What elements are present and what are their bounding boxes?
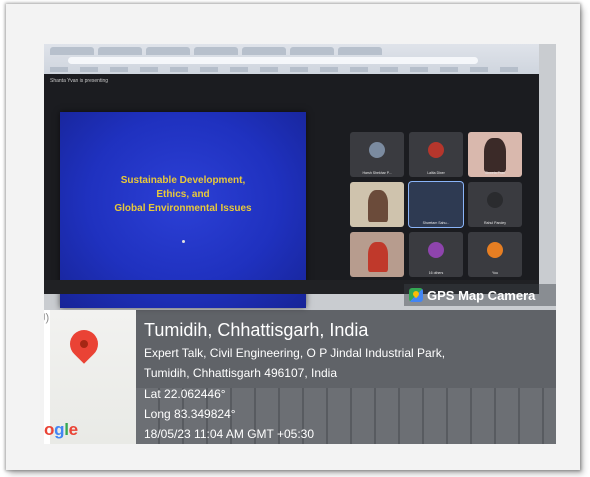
slide-title: Sustainable Development, Ethics, and Glo… <box>60 174 306 216</box>
browser-tab <box>146 47 190 55</box>
photo-frame: Shanta Yvan is presenting Sustainable De… <box>6 4 580 470</box>
avatar <box>428 142 444 158</box>
participant-name: Lalita Dixer <box>427 171 445 175</box>
participant-name: Rahul Pandey <box>484 221 506 225</box>
slide-title-line: Global Environmental Issues <box>114 203 252 214</box>
participant-tile: Shwetam Sahu... <box>409 182 463 227</box>
participant-tile: Harsh Shekhar P... <box>350 132 404 177</box>
participant-tile: Rahul Pandey <box>468 182 522 227</box>
gps-map-camera-logo-icon <box>409 288 423 302</box>
participant-grid: Harsh Shekhar P... Lalita Dixer Shweta P… <box>350 132 530 282</box>
bookmarks-bar <box>50 67 530 72</box>
map-logo: ogle <box>44 420 78 439</box>
browser-tab <box>50 47 94 55</box>
participant-video <box>368 190 388 222</box>
presentation-slide: Sustainable Development, Ethics, and Glo… <box>60 112 306 308</box>
slide-title-line: Ethics, and <box>156 189 210 200</box>
browser-toolbar <box>44 44 539 74</box>
participant-name: You <box>492 271 498 275</box>
participant-tile: Lalita Dixer <box>409 132 463 177</box>
avatar <box>428 242 444 258</box>
map-thumbnail: J) ogle <box>44 310 136 444</box>
address-line: Expert Talk, Civil Engineering, O P Jind… <box>144 346 446 360</box>
longitude: Long 83.349824° <box>144 407 236 421</box>
avatar <box>369 142 385 158</box>
map-pin-center <box>80 340 88 348</box>
laptop-screen: Shanta Yvan is presenting Sustainable De… <box>44 44 539 308</box>
latitude: Lat 22.062446° <box>144 387 226 401</box>
mouse-cursor <box>182 240 185 243</box>
url-bar <box>68 57 478 64</box>
location-title: Tumidih, Chhattisgarh, India <box>144 320 369 340</box>
event-photo: Shanta Yvan is presenting Sustainable De… <box>44 44 556 444</box>
presenting-label: Shanta Yvan is presenting <box>50 78 109 84</box>
slide-title-line: Sustainable Development, <box>120 175 246 186</box>
browser-tab <box>338 47 382 55</box>
map-corner-label: J) <box>44 312 50 324</box>
browser-tab <box>194 47 238 55</box>
participant-tile <box>350 182 404 227</box>
participant-tile <box>350 232 404 277</box>
participant-name: Shweta Pran <box>484 171 506 175</box>
participant-video <box>484 138 506 172</box>
avatar <box>487 242 503 258</box>
browser-tab <box>290 47 334 55</box>
participant-tile: You <box>468 232 522 277</box>
browser-tab <box>242 47 286 55</box>
participant-name: Harsh Shekhar P... <box>362 171 392 175</box>
datetime: 18/05/23 11:04 AM GMT +05:30 <box>144 427 315 441</box>
browser-tab <box>98 47 142 55</box>
avatar <box>487 192 503 208</box>
participant-tile: 16 others <box>409 232 463 277</box>
participant-video <box>368 242 388 272</box>
gps-app-name: GPS Map Camera <box>427 287 536 303</box>
address-line: Tumidih, Chhattisgarh 496107, India <box>144 366 338 380</box>
participant-name: 16 others <box>428 271 444 275</box>
participant-name: Shwetam Sahu... <box>422 221 450 225</box>
participant-tile: Shweta Pran <box>468 132 522 177</box>
gps-app-banner: GPS Map Camera <box>404 284 556 306</box>
